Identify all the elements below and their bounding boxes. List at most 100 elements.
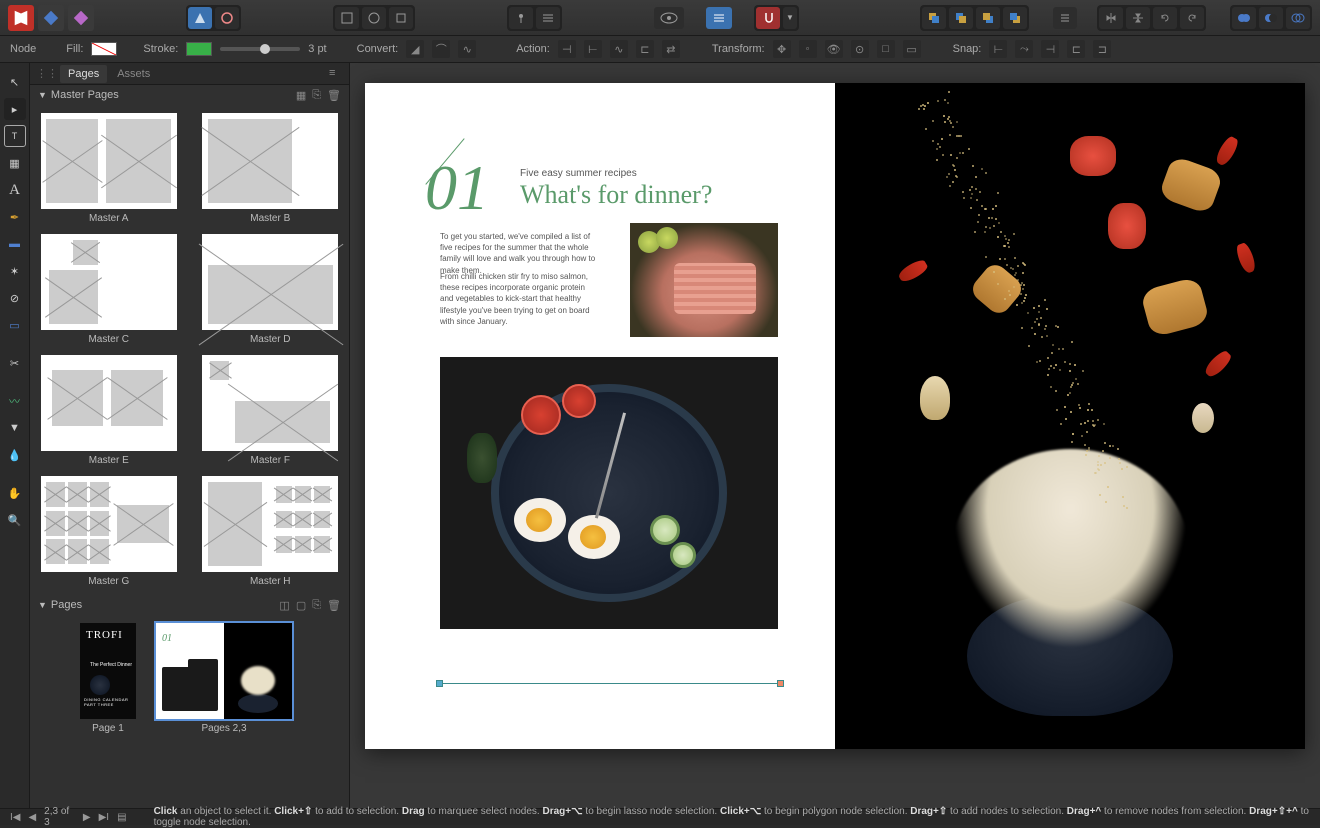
stroke-width-slider[interactable] (220, 47, 300, 51)
preflight-btn[interactable] (654, 7, 684, 29)
boolean-intersect-btn[interactable] (1286, 7, 1310, 29)
snapping-btn[interactable] (756, 7, 780, 29)
delete-page-icon[interactable]: 🗑 (327, 599, 341, 612)
add-master-icon[interactable]: ▦ (296, 89, 306, 102)
rotate-cw-btn[interactable] (1180, 7, 1204, 29)
picture-frame-tool[interactable]: ▭ (4, 314, 26, 336)
float-btn[interactable] (536, 7, 560, 29)
fill-swatch[interactable] (91, 42, 117, 56)
page-23-thumb[interactable]: 01 Pages 2,3 (156, 623, 292, 734)
duplicate-master-icon[interactable]: ⎘ (312, 89, 321, 102)
transform-handles-btn[interactable]: □ (877, 40, 895, 58)
add-page-icon[interactable]: ▢ (296, 599, 306, 612)
convert-smooth-btn[interactable]: ⌒ (432, 40, 450, 58)
boolean-subtract-btn[interactable] (1259, 7, 1283, 29)
facing-pages-icon[interactable]: ◫ (279, 599, 289, 612)
brush-tool[interactable]: 〰 (4, 390, 26, 412)
move-tool[interactable]: ↖ (4, 71, 26, 93)
tab-assets[interactable]: Assets (109, 65, 158, 83)
arrange-backward-btn[interactable] (949, 7, 973, 29)
text-flow-btn[interactable] (389, 7, 413, 29)
flip-v-btn[interactable] (1126, 7, 1150, 29)
shape-tool[interactable]: ✶ (4, 260, 26, 282)
snapping-menu-btn[interactable]: ▼ (783, 7, 797, 29)
status-bar: I◀ ◀ 2,3 of 3 ▶ ▶I ▤ Click an object to … (0, 808, 1320, 825)
snap-4-btn[interactable]: ⊏ (1067, 40, 1085, 58)
last-page-btn[interactable]: ▶I (99, 812, 109, 823)
align-btn[interactable] (1053, 7, 1077, 29)
pan-tool[interactable]: ✋ (4, 482, 26, 504)
transform-move-btn[interactable]: ✥ (773, 40, 791, 58)
action-break-btn[interactable]: ⊣ (558, 40, 576, 58)
action-join-btn[interactable]: ⊏ (636, 40, 654, 58)
action-reverse-btn[interactable]: ⇄ (662, 40, 680, 58)
master-page-g[interactable]: Master G (38, 476, 180, 587)
clip-canvas-btn[interactable] (215, 7, 239, 29)
next-page-btn[interactable]: ▶ (83, 812, 91, 823)
snap-3-btn[interactable]: ⊣ (1041, 40, 1059, 58)
transform-node-btn[interactable]: ◦ (799, 40, 817, 58)
node-tool[interactable]: ▸ (4, 98, 26, 120)
transform-origin-btn[interactable]: ⊙ (851, 40, 869, 58)
tab-pages[interactable]: Pages (60, 65, 107, 83)
designer-persona-icon[interactable] (38, 5, 64, 31)
master-page-c[interactable]: Master C (38, 234, 180, 345)
transform-select-btn[interactable]: ▭ (903, 40, 921, 58)
baseline-grid-btn[interactable] (362, 7, 386, 29)
action-close-btn[interactable]: ⊢ (584, 40, 602, 58)
text-wrap-btn[interactable] (335, 7, 359, 29)
first-page-btn[interactable]: I◀ (10, 812, 20, 823)
selected-line-object[interactable] (440, 683, 780, 684)
artistic-text-tool[interactable]: A (4, 179, 26, 201)
transform-show-btn[interactable]: 👁 (825, 40, 843, 58)
stroke-swatch[interactable] (186, 42, 212, 56)
snap-2-btn[interactable]: ⤳ (1015, 40, 1033, 58)
panel-menu-icon[interactable]: ≡ (329, 67, 343, 81)
publisher-persona-icon[interactable] (8, 5, 34, 31)
master-page-b[interactable]: Master B (200, 113, 342, 224)
crop-tool[interactable]: ✂ (4, 352, 26, 374)
view-mode-btn[interactable] (706, 7, 732, 29)
document-canvas[interactable]: 01 Five easy summer recipes What's for d… (350, 63, 1320, 808)
pen-tool[interactable]: ✒ (4, 206, 26, 228)
arrange-front-btn[interactable] (1003, 7, 1027, 29)
disclosure-triangle-icon: ▼ (38, 600, 47, 610)
rectangle-tool[interactable]: ▬ (4, 233, 26, 255)
master-page-h[interactable]: Master H (200, 476, 342, 587)
section-number: 01 (425, 151, 489, 225)
page-list-btn[interactable]: ▤ (117, 812, 126, 823)
table-tool[interactable]: ▦ (4, 152, 26, 174)
text-frame-tool[interactable]: T (4, 125, 26, 147)
flip-h-btn[interactable] (1099, 7, 1123, 29)
ellipse-tool[interactable]: ⊘ (4, 287, 26, 309)
master-page-e[interactable]: Master E (38, 355, 180, 466)
master-pages-header[interactable]: ▼ Master Pages ▦ ⎘ 🗑 (30, 85, 349, 105)
master-page-d[interactable]: Master D (200, 234, 342, 345)
preview-mode-btn[interactable] (188, 7, 212, 29)
arrange-forward-btn[interactable] (976, 7, 1000, 29)
snap-5-btn[interactable]: ⊐ (1093, 40, 1111, 58)
convert-sharp-btn[interactable]: ◢ (406, 40, 424, 58)
master-page-a[interactable]: Master A (38, 113, 180, 224)
page-1-thumb[interactable]: TROFI The Perfect Dinner DINING CALENDAR… (80, 623, 136, 734)
body-paragraph-1: To get you started, we've compiled a lis… (440, 231, 600, 276)
master-page-f[interactable]: Master F (200, 355, 342, 466)
convert-smart-btn[interactable]: ∿ (458, 40, 476, 58)
zoom-tool[interactable]: 🔍 (4, 509, 26, 531)
fill-tool[interactable]: ▼ (4, 417, 26, 439)
snap-1-btn[interactable]: ⊢ (989, 40, 1007, 58)
main-toolbar: ▼ (0, 0, 1320, 36)
prev-page-btn[interactable]: ◀ (28, 812, 36, 823)
pages-header[interactable]: ▼ Pages ◫ ▢ ⎘ 🗑 (30, 595, 349, 615)
pin-btn[interactable] (509, 7, 533, 29)
boolean-add-btn[interactable] (1232, 7, 1256, 29)
eyedropper-tool[interactable]: 💧 (4, 444, 26, 466)
rotate-ccw-btn[interactable] (1153, 7, 1177, 29)
action-smooth-btn[interactable]: ∿ (610, 40, 628, 58)
arrange-back-btn[interactable] (922, 7, 946, 29)
duplicate-page-icon[interactable]: ⎘ (312, 599, 321, 612)
panel-grip-icon[interactable]: ⋮⋮ (36, 67, 58, 80)
delete-master-icon[interactable]: 🗑 (327, 89, 341, 102)
photo-persona-icon[interactable] (68, 5, 94, 31)
bowl-image (440, 357, 778, 629)
